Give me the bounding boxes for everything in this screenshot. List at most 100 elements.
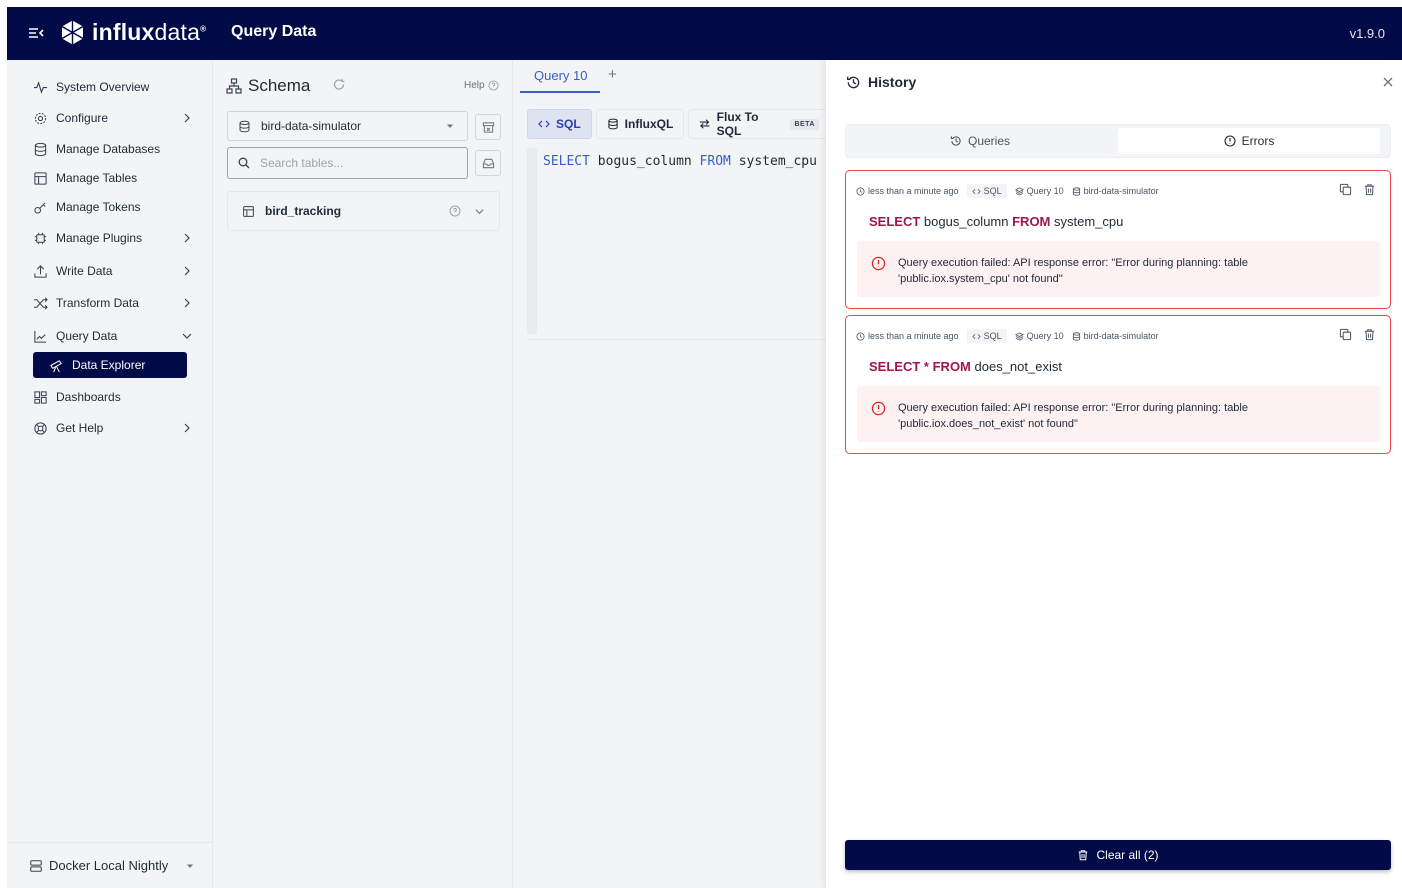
chevron-right-icon <box>184 423 190 433</box>
query-meta: less than a minute ago SQL Query 10 bird… <box>856 329 1167 343</box>
database-icon <box>34 142 47 156</box>
error-message-box: Query execution failed: API response err… <box>857 241 1380 297</box>
trash-icon[interactable] <box>1363 328 1376 341</box>
sidebar-item-manage-tokens[interactable]: Manage Tokens <box>33 194 193 220</box>
plugin-icon <box>34 232 47 244</box>
database-select[interactable]: bird-data-simulator <box>227 111 468 141</box>
sidebar-item-manage-tables[interactable]: Manage Tables <box>33 165 193 191</box>
filter-button[interactable] <box>475 150 501 176</box>
clear-all-button[interactable]: Clear all (2) <box>845 840 1391 870</box>
history-icon <box>950 136 961 146</box>
add-tab-button[interactable]: + <box>608 66 617 83</box>
close-icon[interactable] <box>1381 75 1395 89</box>
sidebar: System Overview Configure Manage Databas… <box>7 60 213 888</box>
instance-selector[interactable]: Docker Local Nightly <box>7 842 213 888</box>
activity-icon <box>33 80 48 94</box>
code-icon <box>971 333 981 339</box>
history-tabs: Queries Errors <box>845 124 1391 158</box>
schema-title: Schema <box>226 76 310 96</box>
sidebar-item-dashboards[interactable]: Dashboards <box>33 384 193 410</box>
database-icon <box>239 120 250 132</box>
help-link[interactable]: Help <box>464 80 499 91</box>
error-text: Query execution failed: API response err… <box>898 257 1248 285</box>
error-message-box: Query execution failed: API response err… <box>857 386 1380 442</box>
table-icon <box>243 205 254 217</box>
code-editor[interactable]: SELECT bogus_column FROM system_cpu <box>527 148 834 334</box>
language-tabs: SQL InfluxQL Flux To SQL BETA <box>527 109 834 139</box>
archive-button[interactable] <box>475 114 501 140</box>
database-icon <box>608 118 618 130</box>
sidebar-item-query-data[interactable]: Query Data <box>33 323 193 349</box>
chevron-down-icon[interactable] <box>474 206 485 217</box>
table-item-bird-tracking[interactable]: bird_tracking <box>227 191 500 231</box>
tab-influxql[interactable]: InfluxQL <box>595 109 685 139</box>
schema-icon <box>226 78 242 94</box>
layers-icon <box>1014 186 1024 196</box>
sidebar-item-write-data[interactable]: Write Data <box>33 258 193 284</box>
sidebar-item-system-overview[interactable]: System Overview <box>33 74 193 100</box>
chart-line-icon <box>34 330 47 343</box>
app-frame: influxdata® Query Data v1.9.0 System Ove… <box>7 7 1402 888</box>
alert-circle-icon <box>871 256 886 271</box>
beta-badge: BETA <box>790 118 819 130</box>
language-badge: SQL <box>966 329 1007 343</box>
caret-down-icon <box>187 864 193 868</box>
sidebar-item-manage-plugins[interactable]: Manage Plugins <box>33 225 193 251</box>
card-actions <box>1328 328 1376 341</box>
version-label: v1.9.0 <box>1349 26 1385 41</box>
tab-query-10[interactable]: Query 10 <box>520 60 600 93</box>
copy-icon[interactable] <box>1339 183 1352 196</box>
error-history-card[interactable]: less than a minute ago SQL Query 10 bird… <box>845 170 1391 309</box>
gear-icon <box>34 112 47 124</box>
page-title: Query Data <box>231 23 317 40</box>
card-actions <box>1328 183 1376 196</box>
query-editor: Query 10 + SQL InfluxQL Flux To SQL BETA… <box>514 60 834 888</box>
query-text: SELECT * FROM does_not_exist <box>869 359 1062 374</box>
code-icon <box>538 120 550 128</box>
influxdata-logo: influxdata® <box>59 19 206 46</box>
sidebar-item-configure[interactable]: Configure <box>33 105 193 131</box>
history-icon <box>847 76 860 88</box>
sidebar-item-data-explorer[interactable]: Data Explorer <box>33 352 187 378</box>
copy-icon[interactable] <box>1339 328 1352 341</box>
chevron-right-icon <box>184 298 190 308</box>
database-icon <box>1072 331 1080 341</box>
chevron-right-icon <box>184 113 190 123</box>
sidebar-item-get-help[interactable]: Get Help <box>33 415 193 441</box>
history-title: History <box>846 74 916 90</box>
table-name: bird_tracking <box>265 204 342 218</box>
question-circle-icon <box>488 80 499 91</box>
tab-errors[interactable]: Errors <box>1118 128 1380 154</box>
upload-icon <box>34 264 47 278</box>
search-input[interactable] <box>260 156 450 170</box>
query-name: Query 10 <box>1014 331 1064 341</box>
history-drawer: History Queries Errors less than a minut… <box>826 60 1402 888</box>
query-meta: less than a minute ago SQL Query 10 bird… <box>856 184 1167 198</box>
top-bar: influxdata® Query Data v1.9.0 <box>7 7 1402 60</box>
server-icon <box>30 859 42 872</box>
refresh-icon[interactable] <box>332 78 346 92</box>
inbox-icon <box>482 158 494 168</box>
sidebar-item-transform-data[interactable]: Transform Data <box>33 290 193 316</box>
tab-flux-to-sql[interactable]: Flux To SQL BETA <box>688 109 830 139</box>
tab-sql[interactable]: SQL <box>527 109 592 139</box>
chevron-down-icon <box>182 333 192 339</box>
chevron-right-icon <box>184 233 190 243</box>
instance-name: Docker Local Nightly <box>49 858 169 873</box>
collapse-menu-icon[interactable] <box>27 24 45 42</box>
swap-icon <box>700 119 710 129</box>
question-circle-icon[interactable] <box>449 205 461 217</box>
dashboard-icon <box>34 390 47 404</box>
search-tables-field[interactable] <box>227 147 468 179</box>
trash-icon <box>1079 850 1088 861</box>
error-history-card[interactable]: less than a minute ago SQL Query 10 bird… <box>845 315 1391 454</box>
editor-divider <box>527 339 834 340</box>
tab-queries[interactable]: Queries <box>849 128 1111 154</box>
database-name: bird-data-simulator <box>1072 331 1159 341</box>
schema-panel: Schema Help bird-data-simulator bird_tra… <box>214 60 513 888</box>
query-text: SELECT bogus_column FROM system_cpu <box>869 214 1124 229</box>
lifebuoy-icon <box>34 421 47 435</box>
clock-icon <box>856 331 865 341</box>
sidebar-item-manage-databases[interactable]: Manage Databases <box>33 136 193 162</box>
trash-icon[interactable] <box>1363 183 1376 196</box>
